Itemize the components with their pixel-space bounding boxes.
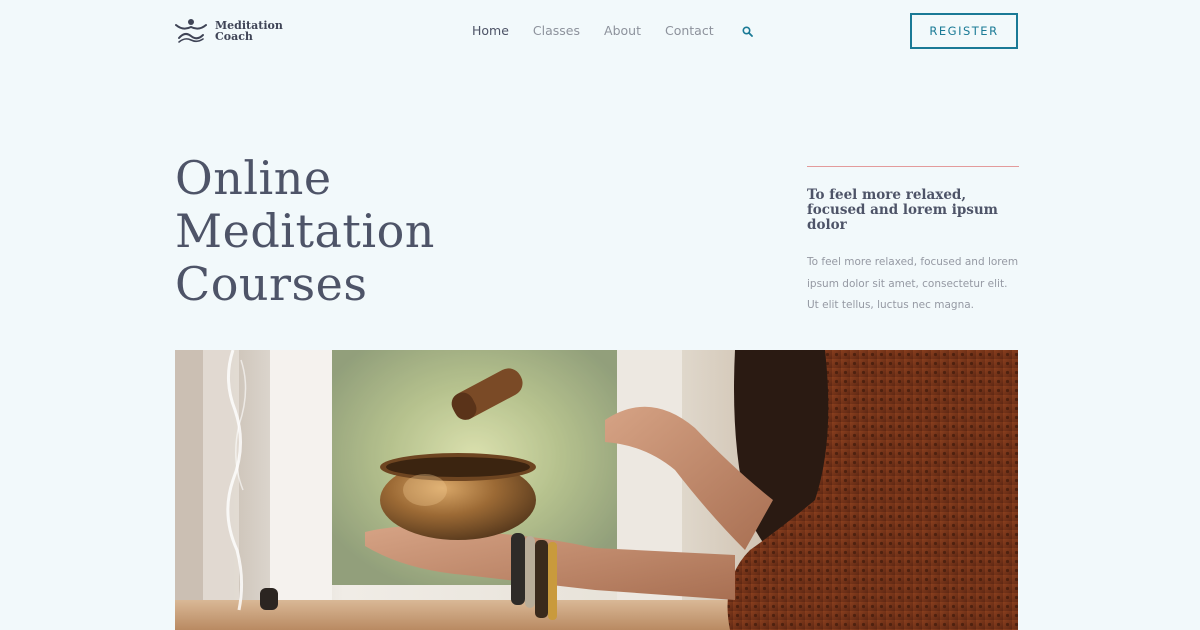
nav-item-about[interactable]: About [604, 22, 641, 40]
nav-item-home[interactable]: Home [472, 22, 509, 40]
search-icon[interactable] [742, 25, 753, 37]
hero-photo [175, 350, 1018, 630]
hero-title-line-2: Meditation [175, 204, 435, 258]
logo-line-2: Coach [215, 30, 253, 43]
site-logo[interactable]: Meditation Coach [175, 18, 283, 44]
nav-item-contact[interactable]: Contact [665, 22, 714, 40]
aside-heading: To feel more relaxed, focused and lorem … [807, 187, 998, 233]
singing-bowl-photo [175, 350, 1018, 630]
nav-item-classes[interactable]: Classes [533, 22, 580, 40]
main-nav: Home Classes About Contact [472, 22, 753, 40]
register-button[interactable]: REGISTER [910, 13, 1018, 49]
logo-wordmark: Meditation Coach [215, 20, 283, 42]
hero-aside: To feel more relaxed, focused and lorem … [807, 166, 1019, 317]
aside-divider [807, 166, 1019, 167]
hero-title: Online Meditation Courses [175, 152, 435, 311]
aside-body: To feel more relaxed, focused and lorem … [807, 256, 1019, 311]
hero-title-line-1: Online [175, 151, 332, 205]
hero-title-line-3: Courses [175, 257, 368, 311]
meditation-figure-icon [175, 19, 207, 43]
site-header: Meditation Coach Home Classes About Cont… [0, 0, 1200, 62]
